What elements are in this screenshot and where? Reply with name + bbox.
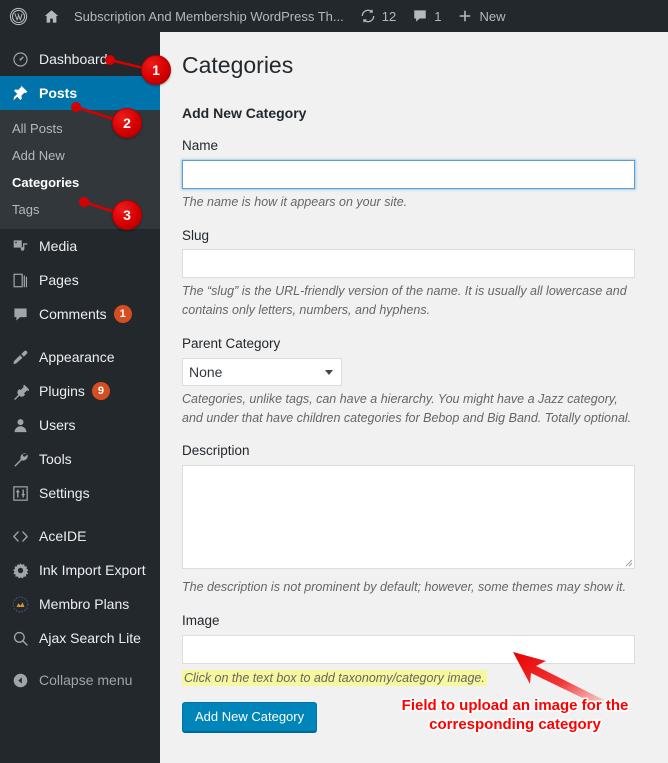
parent-category-help: Categories, unlike tags, can have a hier… [182, 391, 632, 425]
parent-category-select[interactable]: None [182, 357, 342, 386]
sidebar-item-ink-import-export[interactable]: Ink Import Export [0, 553, 160, 587]
menu-separator [0, 510, 160, 519]
add-new-category-button[interactable]: Add New Category [182, 701, 318, 733]
posts-submenu: All Posts Add New Categories Tags [0, 110, 160, 229]
plus-icon [457, 8, 473, 24]
wrench-icon [10, 449, 30, 469]
plugins-badge: 9 [91, 382, 110, 400]
dashboard-icon [10, 49, 30, 69]
sidebar-item-settings[interactable]: Settings [0, 476, 160, 510]
media-icon [10, 236, 30, 256]
sidebar-item-label: Tools [39, 451, 72, 467]
description-wrap [182, 465, 635, 570]
field-slug: Slug [182, 227, 646, 279]
sidebar-item-label: Dashboard [39, 51, 108, 67]
sidebar-item-posts[interactable]: Posts [0, 76, 168, 110]
pin-icon [10, 83, 30, 103]
admin-bar: Subscription And Membership WordPress Th… [0, 0, 668, 32]
sidebar-item-label: Ink Import Export [39, 562, 146, 578]
comment-bubble-icon [412, 8, 428, 24]
user-icon [10, 415, 30, 435]
pages-icon [10, 270, 30, 290]
plug-icon [10, 381, 30, 401]
sliders-icon [10, 483, 30, 503]
name-label: Name [182, 137, 219, 153]
comments-menu[interactable]: 1 [404, 0, 449, 32]
form-heading: Add New Category [182, 104, 307, 121]
field-parent-category: Parent Category None [182, 335, 646, 386]
description-label: Description [182, 443, 250, 459]
sidebar-item-users[interactable]: Users [0, 408, 160, 442]
sidebar-item-label: Users [39, 417, 76, 433]
sidebar-item-appearance[interactable]: Appearance [0, 340, 160, 374]
new-content-menu[interactable]: New [449, 0, 513, 32]
field-name: Name [182, 137, 646, 189]
image-label: Image [182, 612, 220, 628]
name-help: The name is how it appears on your site. [182, 194, 408, 209]
sidebar-item-label: Membro Plans [39, 596, 130, 612]
sidebar-item-label: AceIDE [39, 528, 87, 544]
sidebar-item-add-new[interactable]: Add New [0, 142, 160, 169]
parent-category-select-wrap: None [182, 357, 342, 386]
sidebar-item-plugins[interactable]: Plugins 9 [0, 374, 160, 408]
membro-badge-icon [10, 594, 30, 614]
sidebar-item-tags[interactable]: Tags [0, 196, 160, 223]
sidebar-item-dashboard[interactable]: Dashboard [0, 42, 160, 76]
sidebar-item-label: Settings [39, 485, 90, 501]
comment-bubble-icon [10, 304, 30, 324]
sidebar-item-label: Posts [39, 85, 78, 101]
paintbrush-icon [10, 347, 30, 367]
image-input[interactable] [182, 634, 635, 664]
sidebar-item-ajax-search-lite[interactable]: Ajax Search Lite [0, 621, 160, 655]
description-help: The description is not prominent by defa… [182, 580, 626, 595]
image-help: Click on the text box to add taxonomy/ca… [182, 669, 487, 686]
wordpress-admin-screen: Subscription And Membership WordPress Th… [0, 0, 668, 763]
gear-icon [10, 560, 30, 580]
sidebar-item-pages[interactable]: Pages [0, 263, 160, 297]
sidebar-item-label: Ajax Search Lite [39, 630, 141, 646]
search-icon [10, 628, 30, 648]
admin-sidebar: Dashboard Posts All Posts Add New Catego… [0, 32, 168, 763]
home-icon[interactable] [35, 0, 68, 32]
sidebar-item-comments[interactable]: Comments 1 [0, 297, 160, 331]
code-brackets-icon [10, 526, 30, 546]
slug-label: Slug [182, 227, 210, 243]
updates-count: 12 [381, 8, 397, 24]
collapse-arrow-icon [10, 670, 30, 690]
page-title: Categories [182, 52, 294, 78]
slug-input[interactable] [182, 249, 635, 279]
parent-category-label: Parent Category [182, 335, 281, 351]
sidebar-item-label: Plugins [39, 383, 85, 399]
comments-count: 1 [434, 8, 442, 24]
sidebar-item-media[interactable]: Media [0, 229, 160, 263]
comments-badge: 1 [113, 305, 132, 323]
name-input[interactable] [182, 159, 635, 189]
collapse-menu-button[interactable]: Collapse menu [0, 663, 160, 697]
sidebar-item-all-posts[interactable]: All Posts [0, 115, 160, 142]
new-label: New [479, 8, 506, 24]
sidebar-item-label: Appearance [39, 349, 115, 365]
sidebar-item-aceide[interactable]: AceIDE [0, 519, 160, 553]
field-description: Description [182, 442, 646, 574]
field-image: Image [182, 612, 646, 664]
sidebar-item-membro-plans[interactable]: Membro Plans [0, 587, 160, 621]
updates-menu[interactable]: 12 [352, 0, 404, 32]
sidebar-item-label: Comments [39, 306, 107, 322]
description-textarea[interactable] [182, 465, 635, 570]
sidebar-item-label: Media [39, 238, 78, 254]
slug-help: The “slug” is the URL-friendly version o… [182, 284, 627, 318]
site-name[interactable]: Subscription And Membership WordPress Th… [68, 0, 352, 32]
wordpress-logo-icon[interactable] [0, 0, 35, 32]
sidebar-item-tools[interactable]: Tools [0, 442, 160, 476]
collapse-menu-label: Collapse menu [39, 672, 133, 688]
image-help-wrap: Click on the text box to add taxonomy/ca… [182, 669, 646, 688]
sidebar-item-categories[interactable]: Categories [0, 169, 160, 196]
sidebar-item-label: Pages [39, 272, 79, 288]
main-content: Categories Add New Category Name The nam… [160, 32, 668, 763]
menu-separator [0, 331, 160, 340]
updates-icon [360, 8, 376, 24]
